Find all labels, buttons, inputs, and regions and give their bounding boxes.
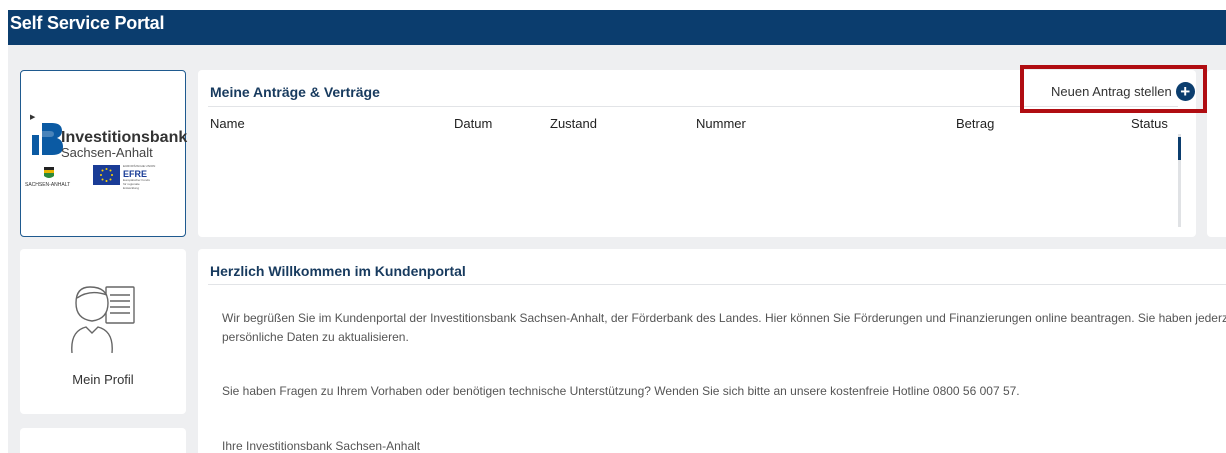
- header-bar: Self Service Portal: [8, 10, 1226, 45]
- divider: [208, 284, 1226, 285]
- column-header-state[interactable]: Zustand: [550, 116, 597, 131]
- column-header-amount[interactable]: Betrag: [956, 116, 994, 131]
- efre-subtitle: Europäischer Fonds für regionale Entwick…: [123, 178, 150, 190]
- hotline-paragraph: Sie haben Fragen zu Ihrem Vorhaben oder …: [222, 384, 1020, 398]
- column-header-status[interactable]: Status: [1131, 116, 1168, 131]
- logo-arrow-icon: ▶: [30, 114, 36, 121]
- highlight-box: [1020, 65, 1207, 113]
- eu-flag-icon: [93, 165, 120, 185]
- coat-of-arms-icon: [44, 167, 54, 178]
- user-profile-icon: [71, 286, 135, 353]
- portal-title: Self Service Portal: [10, 13, 165, 33]
- scrollbar-thumb[interactable]: [1178, 137, 1181, 160]
- welcome-paragraph-line2: persönliche Daten zu aktualisieren.: [222, 330, 409, 344]
- menu-card[interactable]: [20, 428, 186, 453]
- column-header-date[interactable]: Datum: [454, 116, 492, 131]
- side-card: [1207, 70, 1226, 237]
- welcome-title: Herzlich Willkommen im Kundenportal: [210, 263, 466, 279]
- state-label: SACHSEN-ANHALT: [25, 182, 71, 188]
- bank-region: Sachsen-Anhalt: [61, 145, 153, 160]
- bank-logo-card[interactable]: ▶ Investitionsbank Sachsen-Anhalt SACHSE…: [20, 70, 187, 237]
- signature-text: Ihre Investitionsbank Sachsen-Anhalt: [222, 439, 421, 453]
- contracts-title: Meine Anträge & Verträge: [210, 84, 380, 100]
- welcome-card: Herzlich Willkommen im Kundenportal Wir …: [198, 249, 1226, 453]
- profile-card[interactable]: Mein Profil: [20, 249, 186, 414]
- eu-label: EUROPÄISCHE UNION: [123, 164, 156, 168]
- profile-label: Mein Profil: [72, 372, 134, 387]
- welcome-paragraph-line1: Wir begrüßen Sie im Kundenportal der Inv…: [222, 311, 1226, 325]
- column-header-number[interactable]: Nummer: [696, 116, 746, 131]
- column-header-name[interactable]: Name: [210, 116, 245, 131]
